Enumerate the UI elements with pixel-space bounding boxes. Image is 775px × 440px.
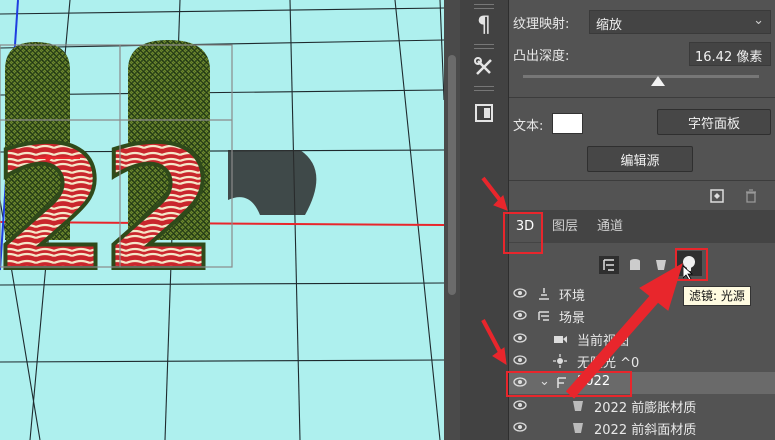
- character-panel-button[interactable]: 字符面板: [657, 109, 771, 135]
- tree-row-camera[interactable]: 当前视图: [509, 328, 775, 350]
- digit-front-2: 2: [100, 111, 218, 309]
- trash-icon[interactable]: [743, 188, 759, 204]
- texture-mapping-label: 纹理映射:: [513, 17, 570, 32]
- highlight-3d-tab: [503, 212, 543, 254]
- environment-icon: [539, 288, 549, 300]
- tree-row-label: 当前视图: [577, 334, 630, 349]
- viewport-scrollbar[interactable]: [444, 0, 460, 440]
- chevron-down-icon: ⌄: [753, 13, 764, 28]
- eye-icon[interactable]: [513, 353, 527, 367]
- tab-layers[interactable]: 图层: [547, 212, 583, 242]
- eye-icon[interactable]: [513, 308, 527, 322]
- eye-icon[interactable]: [513, 420, 527, 434]
- extrusion-slider-track[interactable]: [523, 75, 759, 78]
- texture-mapping-select[interactable]: 缩放 ⌄: [589, 10, 771, 34]
- extrusion-depth-input[interactable]: 16.42 像素: [689, 42, 771, 66]
- eye-icon[interactable]: [513, 286, 527, 300]
- edit-source-button[interactable]: 编辑源: [587, 146, 693, 172]
- strip-grip[interactable]: [474, 86, 494, 91]
- tree-row-material-front-bevel[interactable]: 2022 前斜面材质: [509, 417, 775, 439]
- paragraph-icon[interactable]: ¶: [469, 10, 499, 40]
- eye-icon[interactable]: [513, 331, 527, 345]
- material-filter-icon[interactable]: [653, 257, 669, 273]
- whole-scene-filter-icon[interactable]: [599, 256, 619, 274]
- tree-row-scene[interactable]: 场景: [509, 305, 775, 327]
- highlight-light-filter: [675, 248, 708, 281]
- text-label: 文本:: [513, 119, 544, 134]
- scene-icon: [538, 311, 549, 321]
- tree-row-label: 环境: [559, 289, 586, 304]
- tree-row-light[interactable]: 无限光 ^0: [509, 350, 775, 372]
- panel-icon-strip: ¶: [460, 0, 509, 440]
- eye-icon[interactable]: [513, 398, 527, 412]
- highlight-mesh-row: [506, 371, 632, 397]
- new-3d-object-icon[interactable]: [709, 188, 725, 204]
- mesh-filter-icon[interactable]: [627, 257, 643, 273]
- extrusion-depth-label: 凸出深度:: [513, 49, 570, 64]
- divider: [509, 97, 775, 98]
- divider: [509, 180, 775, 181]
- text-color-swatch[interactable]: [552, 113, 583, 134]
- text-shadow: [228, 150, 317, 215]
- material-icon: [573, 423, 583, 433]
- digit-front-1: 2: [0, 111, 110, 309]
- tree-row-label: 2022 前斜面材质: [594, 423, 697, 438]
- strip-grip[interactable]: [474, 4, 494, 9]
- tools-icon[interactable]: [469, 52, 499, 82]
- camera-icon: [554, 336, 567, 343]
- extrusion-slider-thumb[interactable]: [651, 76, 665, 86]
- tree-row-environment[interactable]: 环境: [509, 283, 775, 305]
- tree-row-label: 2022 前膨胀材质: [594, 401, 697, 416]
- properties-icon[interactable]: [469, 98, 499, 128]
- light-icon: [553, 354, 567, 368]
- viewport-scene: 2 2: [0, 0, 444, 440]
- scrollbar-thumb[interactable]: [448, 55, 456, 295]
- material-icon: [573, 401, 583, 411]
- strip-grip[interactable]: [474, 44, 494, 49]
- extrusion-depth-value: 16.42 像素: [695, 50, 763, 65]
- tree-row-label: 无限光 ^0: [577, 356, 640, 371]
- 3d-viewport[interactable]: 2 2 22: [0, 0, 444, 440]
- tree-row-label: 场景: [559, 311, 586, 326]
- tab-channels[interactable]: 通道: [589, 212, 631, 242]
- texture-mapping-value: 缩放: [596, 18, 623, 33]
- tree-row-material-front-inflate[interactable]: 2022 前膨胀材质: [509, 395, 775, 417]
